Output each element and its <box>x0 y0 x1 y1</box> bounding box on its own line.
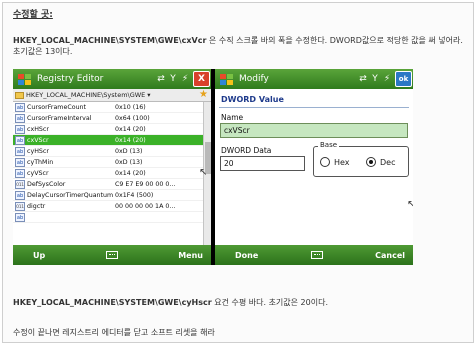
registry-row[interactable]: ab CursorFrameCount 0x10 (16) <box>13 102 203 113</box>
title-bar: Modify ⇄ Y ⚡ ok <box>215 69 413 89</box>
string-value-icon: ab <box>15 168 25 178</box>
registry-row[interactable]: ab cxVScr 0x14 (20) <box>13 135 203 146</box>
hex-radio[interactable]: Hex <box>320 157 350 167</box>
radio-selected-icon[interactable] <box>366 157 376 167</box>
binary-value-icon: 011 <box>15 201 25 211</box>
registry-row[interactable]: ab cyVScr 0x14 (20) <box>13 168 203 179</box>
status-icons: ⇄ Y ⚡ <box>156 74 190 84</box>
soft-key-bar: Done Cancel <box>215 245 413 265</box>
title-bar: Registry Editor ⇄ Y ⚡ X <box>13 69 211 89</box>
registry-value-data: 0xD (13) <box>115 158 143 166</box>
registry-value-data: 0x14 (20) <box>115 169 146 177</box>
string-value-icon: ab <box>15 135 25 145</box>
dropdown-arrow-icon[interactable]: ▾ <box>147 91 150 99</box>
horizontal-bar-text: 요건 수평 바다. 초기값은 20이다. <box>211 298 329 307</box>
registry-value-name: cxHScr <box>27 125 49 133</box>
registry-row[interactable]: ab <box>13 212 203 223</box>
close-button[interactable]: X <box>193 71 210 87</box>
status-icons: ⇄ Y ⚡ <box>358 74 392 84</box>
softkey-cancel[interactable]: Cancel <box>375 251 405 260</box>
window-title: Modify <box>239 74 269 84</box>
registry-value-name: CursorFrameCount <box>27 103 87 111</box>
registry-value-list: ab CursorFrameCount 0x10 (16) ab CursorFrame… <box>13 102 203 245</box>
dialog-title: DWORD Value <box>221 95 284 104</box>
hex-radio-label: Hex <box>334 157 350 167</box>
screenshot-composite: Registry Editor ⇄ Y ⚡ X HKEY_LOCAL_MACHI… <box>13 69 413 265</box>
favorites-star-icon[interactable]: ★ <box>199 89 208 100</box>
registry-editor-window: Registry Editor ⇄ Y ⚡ X HKEY_LOCAL_MACHI… <box>13 69 211 265</box>
radio-unselected-icon[interactable] <box>320 157 330 167</box>
name-field[interactable]: cxVScr <box>220 123 408 138</box>
registry-value-name: cyThMin <box>27 158 54 166</box>
string-value-icon: ab <box>15 146 25 156</box>
closing-paragraph: 수정이 끝나면 레지스트리 에디터를 닫고 소프트 리셋을 해라 <box>13 328 215 337</box>
registry-path: HKEY_LOCAL_MACHINE\System\GWE <box>26 91 146 99</box>
softkey-up[interactable]: Up <box>33 251 45 260</box>
base-label: Base <box>318 141 340 149</box>
softkey-done[interactable]: Done <box>235 251 258 260</box>
section-heading: 수정할 곳: <box>13 10 53 20</box>
registry-value-name: cyVScr <box>27 169 49 177</box>
folder-icon <box>15 91 24 99</box>
windows-flag-icon[interactable] <box>15 71 33 87</box>
string-value-icon: ab <box>15 113 25 123</box>
modify-dialog-window: Modify ⇄ Y ⚡ ok DWORD Value Name cxVScr … <box>215 69 413 265</box>
string-value-icon: ab <box>15 124 25 134</box>
registry-value-name: DefSysColor <box>27 180 66 188</box>
registry-row[interactable]: 011 digctr 00 00 00 00 1A 0... <box>13 201 203 212</box>
registry-value-data: 00 00 00 00 1A 0... <box>115 202 176 210</box>
registry-row[interactable]: 011 DefSysColor C9 E7 E9 00 00 0... <box>13 179 203 190</box>
registry-row[interactable]: ab DelayCursorTimerQuantum 0x1F4 (500) <box>13 190 203 201</box>
registry-value-data: 0x10 (16) <box>115 103 146 111</box>
name-label: Name <box>221 113 244 122</box>
dword-data-label: DWORD Data <box>221 146 272 155</box>
registry-value-name: CursorFrameInterval <box>27 114 92 122</box>
article-frame: 수정할 곳: HKEY_LOCAL_MACHINE\SYSTEM\GWE\cxV… <box>2 2 474 343</box>
window-title: Registry Editor <box>37 74 104 84</box>
connectivity-icon[interactable]: ⇄ <box>358 74 368 84</box>
registry-row[interactable]: ab cyHScr 0xD (13) <box>13 146 203 157</box>
registry-value-name: DelayCursorTimerQuantum <box>27 191 114 199</box>
base-groupbox: Base Hex Dec <box>313 141 409 177</box>
registry-row[interactable]: ab cxHScr 0x14 (20) <box>13 124 203 135</box>
string-value-icon: ab <box>15 190 25 200</box>
signal-icon[interactable]: Y <box>370 74 380 84</box>
registry-value-data: 0x64 (100) <box>115 114 150 122</box>
mouse-cursor-icon: ↖ <box>199 167 208 178</box>
dec-radio-label: Dec <box>380 157 396 167</box>
windows-flag-icon[interactable] <box>217 71 235 87</box>
signal-icon[interactable]: Y <box>168 74 178 84</box>
string-value-icon: ab <box>15 212 25 222</box>
keyboard-icon[interactable] <box>310 251 323 259</box>
registry-path-bar[interactable]: HKEY_LOCAL_MACHINE\System\GWE ▾ ★ <box>13 89 211 102</box>
registry-value-name: cyHScr <box>27 147 49 155</box>
registry-value-data: 0x14 (20) <box>115 125 146 133</box>
divider <box>219 107 409 108</box>
dec-radio[interactable]: Dec <box>366 157 395 167</box>
registry-path-cxvscr: HKEY_LOCAL_MACHINE\SYSTEM\GWE\cxVcr <box>13 36 207 45</box>
mouse-cursor-icon: ↖ <box>407 199 413 210</box>
binary-value-icon: 011 <box>15 179 25 189</box>
registry-row[interactable]: ab cyThMin 0xD (13) <box>13 157 203 168</box>
battery-icon[interactable]: ⚡ <box>382 74 392 84</box>
soft-key-bar: Up Menu <box>13 245 211 265</box>
horizontal-bar-paragraph: HKEY_LOCAL_MACHINE\SYSTEM\GWE\cyHscr 요건 … <box>13 297 471 308</box>
registry-value-name: cxVScr <box>27 136 49 144</box>
dword-data-field[interactable]: 20 <box>220 156 305 171</box>
registry-value-data: 0xD (13) <box>115 147 143 155</box>
battery-icon[interactable]: ⚡ <box>180 74 190 84</box>
intro-paragraph: HKEY_LOCAL_MACHINE\SYSTEM\GWE\cxVcr 은 수직… <box>13 35 471 57</box>
registry-value-name: digctr <box>27 202 46 210</box>
ok-button[interactable]: ok <box>395 71 412 87</box>
registry-value-data: C9 E7 E9 00 00 0... <box>115 180 176 188</box>
registry-value-data: 0x1F4 (500) <box>115 191 154 199</box>
registry-value-data: 0x14 (20) <box>115 136 146 144</box>
connectivity-icon[interactable]: ⇄ <box>156 74 166 84</box>
softkey-menu[interactable]: Menu <box>178 251 203 260</box>
string-value-icon: ab <box>15 157 25 167</box>
string-value-icon: ab <box>15 102 25 112</box>
registry-row[interactable]: ab CursorFrameInterval 0x64 (100) <box>13 113 203 124</box>
registry-path-cyhscr: HKEY_LOCAL_MACHINE\SYSTEM\GWE\cyHscr <box>13 298 212 307</box>
keyboard-icon[interactable] <box>105 251 118 259</box>
